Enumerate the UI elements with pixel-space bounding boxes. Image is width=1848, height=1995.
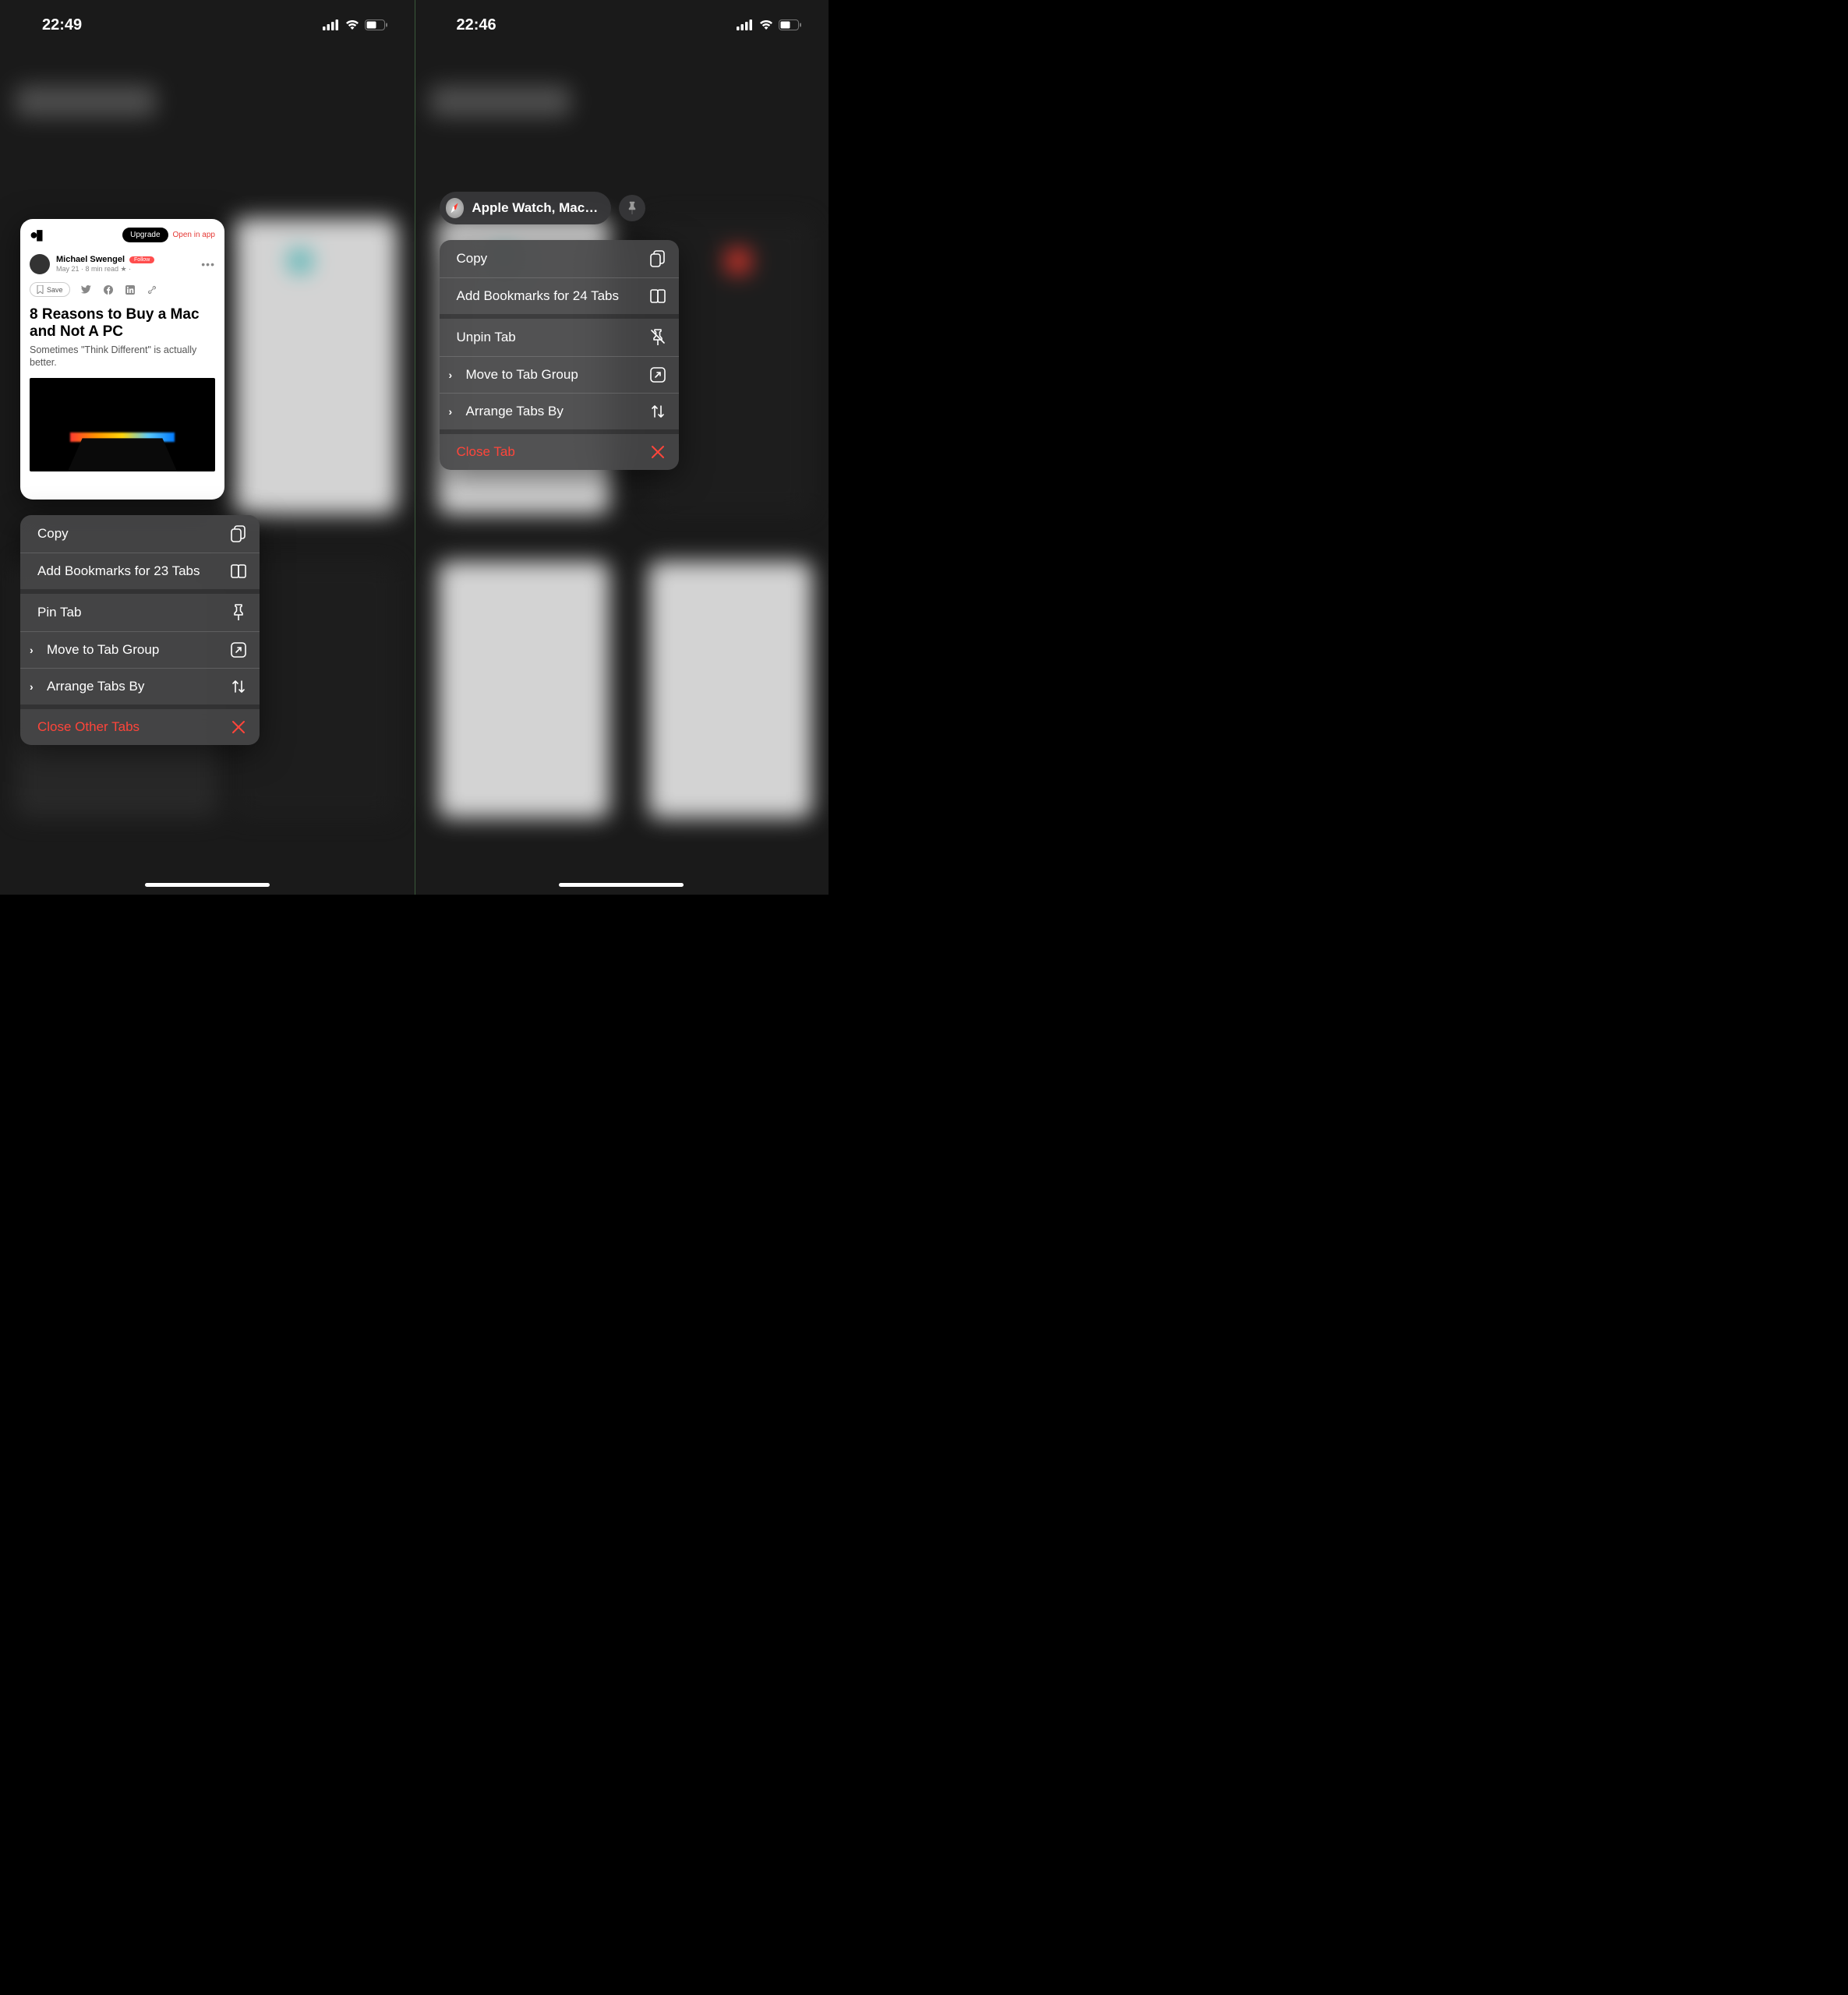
save-button[interactable]: Save	[30, 282, 70, 297]
follow-button[interactable]: Follow	[129, 256, 154, 263]
author-avatar	[30, 254, 50, 274]
status-icons	[737, 19, 802, 30]
link-icon[interactable]	[147, 284, 157, 295]
menu-copy[interactable]: Copy	[440, 240, 679, 277]
twitter-icon[interactable]	[81, 284, 92, 295]
pin-icon	[627, 201, 638, 215]
more-icon[interactable]: •••	[201, 258, 215, 270]
upgrade-button[interactable]: Upgrade	[122, 228, 168, 242]
pinned-tab-pill[interactable]: Apple Watch, Mac &…	[440, 192, 645, 224]
cellular-icon	[323, 19, 340, 30]
status-bar: 22:46	[415, 0, 829, 39]
status-icons	[323, 19, 388, 30]
article-hero-image	[30, 378, 215, 471]
menu-move-tab-group[interactable]: › Move to Tab Group	[440, 356, 679, 393]
chevron-right-icon: ›	[30, 644, 34, 656]
menu-pin-tab[interactable]: Pin Tab	[20, 589, 260, 631]
chevron-right-icon: ›	[449, 405, 453, 418]
chevron-right-icon: ›	[449, 369, 453, 381]
article-subtitle: Sometimes "Think Different" is actually …	[20, 342, 224, 376]
article-title: 8 Reasons to Buy a Mac and Not A PC	[20, 305, 224, 342]
article-meta: May 21 · 8 min read ★ ·	[56, 265, 195, 274]
close-icon	[649, 445, 666, 459]
status-time: 22:46	[457, 16, 496, 34]
pinned-tab-label: Apple Watch, Mac &…	[472, 200, 599, 216]
left-screenshot: 22:49 ●▮ Upgrade Open in app Michae	[0, 0, 415, 895]
pin-icon	[230, 604, 247, 621]
linkedin-icon[interactable]	[125, 284, 136, 295]
cellular-icon	[737, 19, 754, 30]
close-icon	[230, 720, 247, 734]
status-bar: 22:49	[0, 0, 415, 39]
pin-indicator	[619, 195, 645, 221]
menu-move-tab-group[interactable]: › Move to Tab Group	[20, 631, 260, 668]
external-icon	[649, 367, 666, 383]
facebook-icon[interactable]	[103, 284, 114, 295]
bookmarks-icon	[230, 564, 247, 578]
right-screenshot: 22:46 Apple Watch, Mac &… Copy A	[415, 0, 829, 895]
external-icon	[230, 642, 247, 658]
status-time: 22:49	[42, 16, 82, 34]
battery-icon	[365, 19, 388, 30]
wifi-icon	[758, 19, 774, 30]
unpin-icon	[649, 329, 666, 346]
menu-arrange-tabs[interactable]: › Arrange Tabs By	[20, 668, 260, 704]
menu-close-tab[interactable]: Close Tab	[440, 429, 679, 470]
medium-logo-icon: ●▮	[30, 227, 41, 243]
home-indicator[interactable]	[145, 883, 270, 887]
menu-copy[interactable]: Copy	[20, 515, 260, 553]
battery-icon	[779, 19, 802, 30]
open-in-app-link[interactable]: Open in app	[173, 231, 216, 239]
tab-context-menu: Copy Add Bookmarks for 23 Tabs Pin Tab ›…	[20, 515, 260, 745]
tab-preview-card[interactable]: ●▮ Upgrade Open in app Michael Swengel F…	[20, 219, 224, 500]
safari-icon	[446, 198, 465, 218]
bookmarks-icon	[649, 289, 666, 303]
menu-unpin-tab[interactable]: Unpin Tab	[440, 314, 679, 356]
copy-icon	[230, 525, 247, 542]
copy-icon	[649, 250, 666, 267]
menu-add-bookmarks[interactable]: Add Bookmarks for 24 Tabs	[440, 277, 679, 314]
sort-icon	[230, 679, 247, 694]
bookmark-icon	[37, 285, 44, 294]
chevron-right-icon: ›	[30, 680, 34, 693]
sort-icon	[649, 404, 666, 419]
menu-add-bookmarks[interactable]: Add Bookmarks for 23 Tabs	[20, 553, 260, 589]
home-indicator[interactable]	[559, 883, 684, 887]
menu-close-other-tabs[interactable]: Close Other Tabs	[20, 704, 260, 745]
author-name: Michael Swengel	[56, 255, 125, 264]
menu-arrange-tabs[interactable]: › Arrange Tabs By	[440, 393, 679, 429]
tab-context-menu: Copy Add Bookmarks for 24 Tabs Unpin Tab…	[440, 240, 679, 470]
wifi-icon	[345, 19, 360, 30]
